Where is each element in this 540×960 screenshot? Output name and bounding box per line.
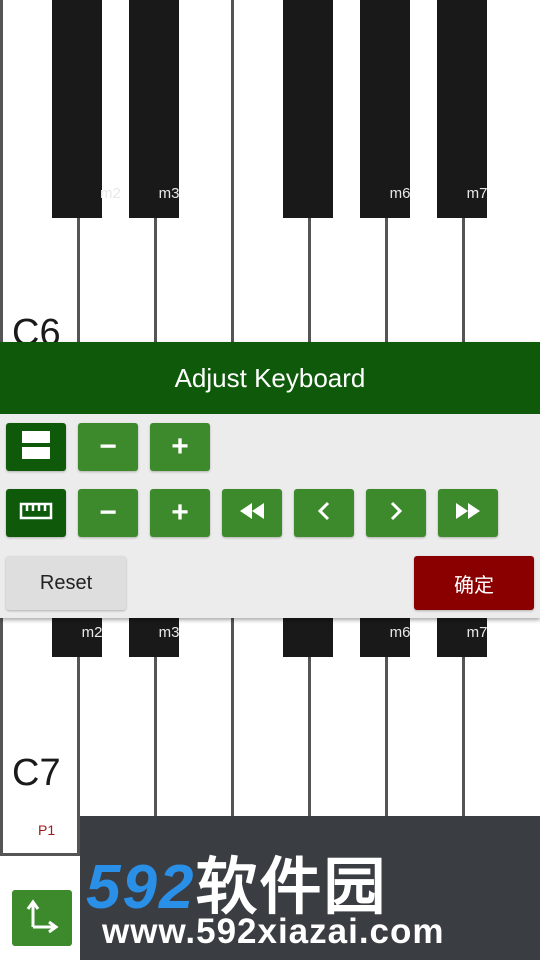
black-key-label: m2 <box>100 185 121 202</box>
chevron-right-icon <box>389 501 403 526</box>
watermark-banner: 592软件园 www.592xiazai.com <box>80 816 540 960</box>
black-key[interactable]: m3 <box>129 618 179 657</box>
upper-keyboard[interactable]: m2 m3 m6 m7 C6 <box>0 0 540 354</box>
black-key-label: m3 <box>158 624 180 641</box>
fast-rewind-icon <box>238 502 266 525</box>
position-label: P1 <box>38 822 56 838</box>
minus-icon: − <box>99 496 117 529</box>
black-key-label: m3 <box>158 185 180 202</box>
black-key[interactable]: m2 <box>52 0 121 218</box>
black-key-label: m2 <box>81 624 103 641</box>
width-increase-button[interactable]: + <box>150 489 210 537</box>
plus-icon: + <box>171 430 189 463</box>
minus-icon: − <box>99 430 117 463</box>
black-key[interactable] <box>283 0 333 218</box>
axis-arrows-icon <box>25 898 59 938</box>
adjust-keyboard-panel: Adjust Keyboard − + − + Reset 确定 <box>0 342 540 618</box>
black-key-label: m7 <box>466 185 488 202</box>
plus-icon: + <box>171 496 189 529</box>
black-key[interactable]: m7 <box>437 618 487 657</box>
step-back-button[interactable] <box>294 489 354 537</box>
black-key[interactable]: m3 <box>129 0 179 218</box>
black-key-label: m7 <box>466 624 488 641</box>
black-key-label: m6 <box>389 185 411 202</box>
fast-forward-icon <box>454 502 482 525</box>
black-key-label: m6 <box>389 624 411 641</box>
rows-icon <box>21 430 51 465</box>
black-key[interactable] <box>283 618 333 657</box>
fast-rewind-button[interactable] <box>222 489 282 537</box>
rows-increase-button[interactable]: + <box>150 423 210 471</box>
rows-mode-button[interactable] <box>6 423 66 471</box>
black-key[interactable]: m7 <box>437 0 487 218</box>
black-key[interactable]: m6 <box>360 0 410 218</box>
rows-decrease-button[interactable]: − <box>78 423 138 471</box>
ruler-mode-button[interactable] <box>6 489 66 537</box>
fast-forward-button[interactable] <box>438 489 498 537</box>
watermark-url: www.592xiazai.com <box>102 912 445 951</box>
step-forward-button[interactable] <box>366 489 426 537</box>
panel-title: Adjust Keyboard <box>0 342 540 414</box>
confirm-button[interactable]: 确定 <box>414 556 534 610</box>
screen: m2 m3 m6 m7 C6 m2 m3 m6 m7 C7 P1 Adjust … <box>0 0 540 960</box>
chevron-left-icon <box>317 501 331 526</box>
reset-button[interactable]: Reset <box>6 556 126 610</box>
black-key[interactable]: m2 <box>52 618 102 657</box>
ruler-icon <box>19 500 53 527</box>
octave-label: C7 <box>12 752 61 794</box>
orientation-button[interactable] <box>12 890 72 946</box>
black-key[interactable]: m6 <box>360 618 410 657</box>
width-decrease-button[interactable]: − <box>78 489 138 537</box>
